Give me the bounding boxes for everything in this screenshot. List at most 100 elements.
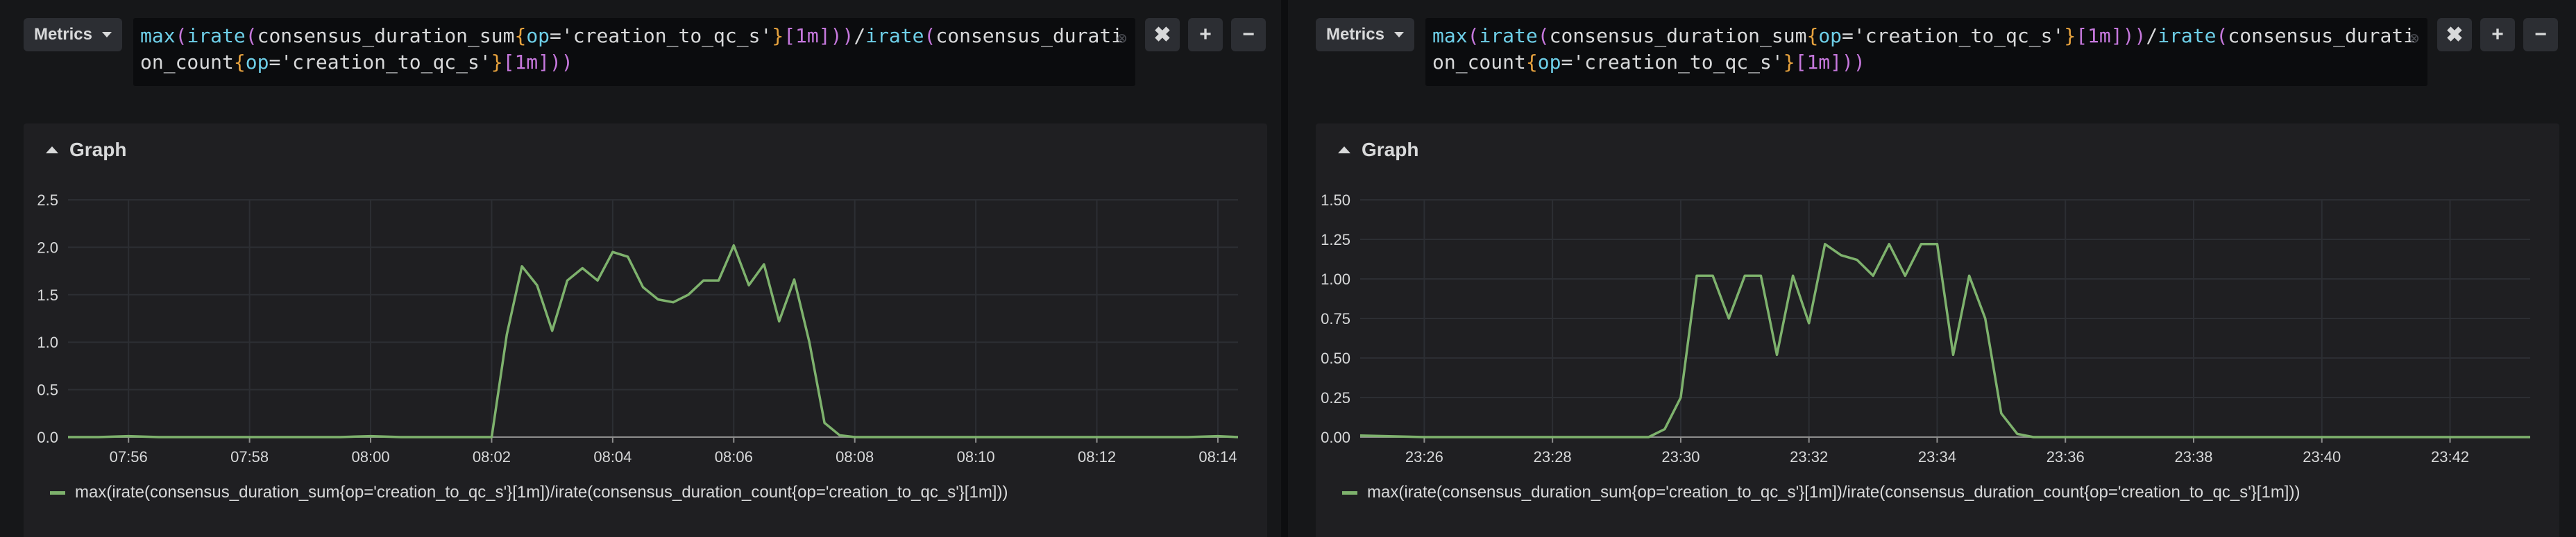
query-token: ) [561, 51, 573, 74]
x-tick-label: 23:34 [1918, 448, 1956, 466]
query-token: = [550, 24, 561, 47]
query-token: } [772, 24, 784, 47]
y-tick-label: 1.50 [1321, 191, 1350, 209]
y-tick-label: 0.25 [1321, 389, 1350, 407]
x-tick-label: 08:00 [352, 448, 390, 466]
x-tick-label: 08:08 [836, 448, 874, 466]
x-tick-label: 07:58 [230, 448, 269, 466]
query-token: 'creation_to_qc_s' [280, 51, 491, 74]
query-token: max [1432, 24, 1468, 47]
remove-panel-button[interactable]: − [2523, 18, 2558, 51]
y-tick-label: 0.00 [1321, 429, 1350, 446]
query-token: { [514, 24, 527, 47]
query-input[interactable]: max(irate(consensus_duration_sum{op='cre… [1425, 18, 2427, 86]
remove-panel-button[interactable]: − [1231, 18, 1266, 51]
x-tick-label: 23:32 [1790, 448, 1828, 466]
query-token: { [1806, 24, 1819, 47]
query-token: ( [1467, 24, 1480, 47]
panel-divider [1281, 0, 1288, 537]
query-token: ) [1842, 51, 1854, 74]
legend-swatch [50, 491, 65, 495]
query-token: = [1842, 24, 1854, 47]
query-token: ( [1537, 24, 1550, 47]
query-token: / [2146, 24, 2158, 47]
query-token: consensus_duration_sum [257, 24, 515, 47]
query-token: irate [187, 24, 246, 47]
query-row: Metrics max(irate(consensus_duration_sum… [24, 14, 1273, 90]
x-tick-label: 08:14 [1198, 448, 1237, 466]
query-token: ( [924, 24, 936, 47]
query-input[interactable]: max(irate(consensus_duration_sum{op='cre… [133, 18, 1135, 86]
x-tick-label: 08:12 [1078, 448, 1116, 466]
query-token: ) [2122, 24, 2135, 47]
query-token: ) [550, 51, 561, 74]
y-tick-label: 0.5 [37, 382, 58, 399]
query-token: max [140, 24, 176, 47]
remove-query-button[interactable]: ✖ [1145, 18, 1180, 51]
x-tick-label: 07:56 [110, 448, 148, 466]
query-panel-left: Metrics max(irate(consensus_duration_sum… [0, 0, 1277, 537]
chevron-down-icon [1394, 32, 1405, 37]
x-tick-label: 23:40 [2303, 448, 2341, 466]
query-token: [1m] [1795, 51, 1842, 74]
query-token: ) [1853, 51, 1865, 74]
line-chart: 0.00 0.25 0.50 0.75 1.00 1.25 1.50 23:26 23:28 23… [1321, 191, 2530, 466]
x-tick-label: 23:30 [1661, 448, 1700, 466]
metrics-dropdown-button[interactable]: Metrics [24, 18, 122, 51]
legend-label: max(irate(consensus_duration_sum{op='cre… [75, 483, 1008, 502]
add-query-button[interactable]: + [2480, 18, 2515, 51]
query-token: op [1537, 51, 1561, 74]
x-tick-label: 08:04 [593, 448, 632, 466]
chevron-down-icon [102, 32, 112, 37]
query-token: op [1818, 24, 1842, 47]
x-tick-label: 23:26 [1405, 448, 1443, 466]
query-token: 'creation_to_qc_s' [1573, 51, 1783, 74]
clear-query-icon[interactable]: ⊗ [1117, 25, 1127, 51]
x-tick-label: 08:02 [473, 448, 511, 466]
query-token: [1m] [502, 51, 550, 74]
query-row: Metrics max(irate(consensus_duration_sum… [1316, 14, 2565, 90]
graph-card: Graph 0.00 0.25 0.50 0.75 1.00 1.25 1.50 23:26 2… [1316, 123, 2559, 537]
y-tick-label: 0.0 [37, 429, 58, 446]
x-tick-label: 08:10 [957, 448, 995, 466]
query-token: consensus_duration_sum [1549, 24, 1807, 47]
query-token: ) [842, 24, 854, 47]
legend-label: max(irate(consensus_duration_sum{op='cre… [1367, 483, 2300, 502]
query-token: { [233, 51, 246, 74]
query-token: } [491, 51, 503, 74]
query-token: ) [830, 24, 842, 47]
metrics-dropdown-button[interactable]: Metrics [1316, 18, 1414, 51]
x-tick-label: 23:38 [2174, 448, 2212, 466]
query-token: [1m] [2076, 24, 2123, 47]
query-token: 'creation_to_qc_s' [1853, 24, 2065, 47]
query-token: 'creation_to_qc_s' [561, 24, 772, 47]
query-token: } [1783, 51, 1795, 74]
line-chart: 0.0 0.5 1.0 1.5 2.0 2.5 07:56 07:58 08:00 08:02 08… [37, 191, 1239, 466]
add-query-button[interactable]: + [1188, 18, 1223, 51]
query-token: ) [2134, 24, 2146, 47]
query-token: op [245, 51, 269, 74]
legend-item[interactable]: max(irate(consensus_duration_sum{op='cre… [1342, 483, 2300, 502]
query-token: { [1525, 51, 1538, 74]
query-token: irate [2158, 24, 2217, 47]
query-token: [1m] [783, 24, 831, 47]
y-tick-label: 2.5 [37, 191, 58, 209]
x-tick-label: 08:06 [715, 448, 753, 466]
query-token: ( [175, 24, 187, 47]
y-tick-label: 2.0 [37, 239, 58, 256]
legend-item[interactable]: max(irate(consensus_duration_sum{op='cre… [50, 483, 1008, 502]
x-tick-label: 23:42 [2431, 448, 2469, 466]
query-panel-right: Metrics max(irate(consensus_duration_sum… [1292, 0, 2569, 537]
query-token: irate [865, 24, 924, 47]
remove-query-button[interactable]: ✖ [2437, 18, 2472, 51]
clear-query-icon[interactable]: ⊗ [2409, 25, 2419, 51]
y-tick-label: 0.50 [1321, 350, 1350, 367]
query-token: / [854, 24, 866, 47]
x-tick-label: 23:28 [1534, 448, 1572, 466]
y-tick-label: 1.00 [1321, 271, 1350, 288]
y-tick-label: 0.75 [1321, 310, 1350, 327]
query-token: op [526, 24, 550, 47]
legend-swatch [1342, 491, 1357, 495]
x-tick-label: 23:36 [2047, 448, 2085, 466]
series-line [68, 244, 1239, 438]
